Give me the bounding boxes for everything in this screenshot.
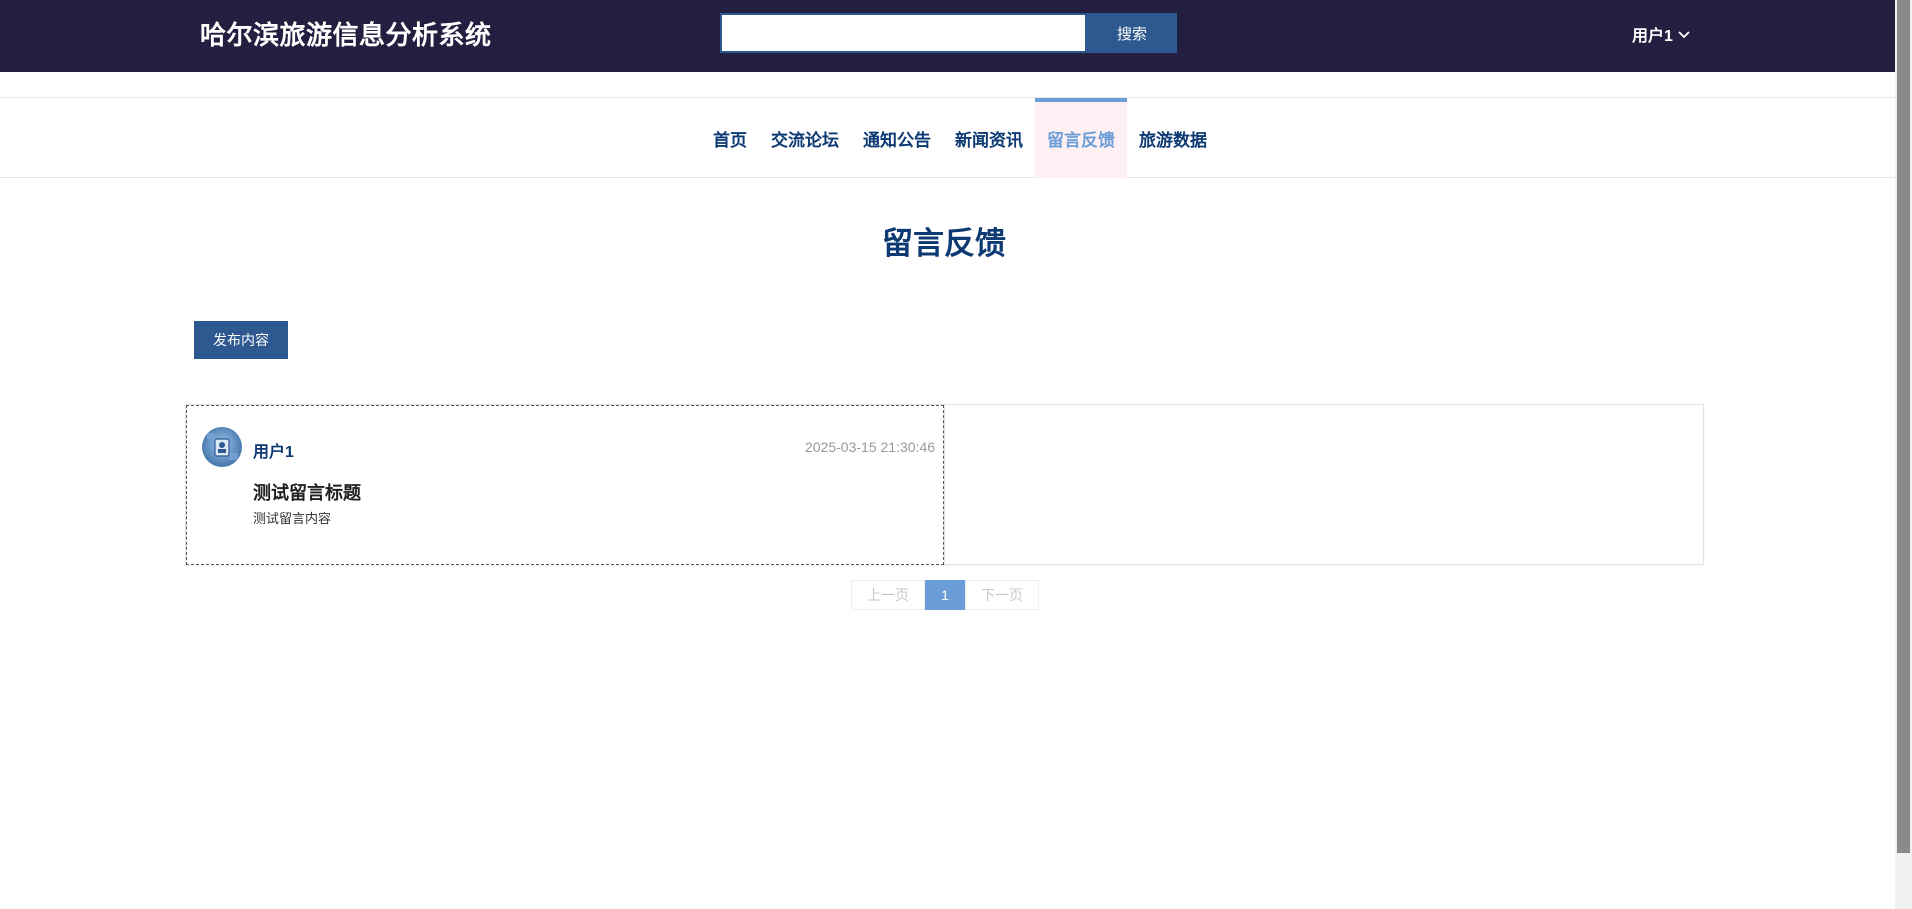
pagination: 上一页 1 下一页 (851, 580, 1039, 610)
nav-item-forum[interactable]: 交流论坛 (759, 98, 851, 178)
message-card[interactable]: 用户1 2025-03-15 21:30:46 测试留言标题 测试留言内容 (186, 405, 944, 565)
nav-item-home[interactable]: 首页 (701, 98, 759, 178)
app-title: 哈尔滨旅游信息分析系统 (200, 20, 492, 50)
page: 哈尔滨旅游信息分析系统 搜索 用户1 首页 交流论坛 通知公告 新闻资讯 留言反… (0, 0, 1912, 909)
message-time: 2025-03-15 21:30:46 (805, 439, 935, 455)
message-user: 用户1 (253, 444, 294, 461)
search-input[interactable] (720, 13, 1087, 53)
header-sub-strip (0, 72, 1905, 98)
user-menu-label: 用户1 (1632, 28, 1673, 45)
nav-item-feedback[interactable]: 留言反馈 (1035, 98, 1127, 178)
page-number-current[interactable]: 1 (925, 580, 965, 610)
message-list: 用户1 2025-03-15 21:30:46 测试留言标题 测试留言内容 (185, 404, 1704, 565)
prev-page-button[interactable]: 上一页 (851, 580, 925, 610)
page-title: 留言反馈 (882, 226, 1006, 261)
scrollbar-thumb[interactable] (1897, 0, 1910, 853)
user-menu[interactable]: 用户1 (1632, 22, 1691, 46)
chevron-down-icon (1678, 31, 1690, 39)
message-title: 测试留言标题 (253, 483, 361, 503)
nav-item-travel-data[interactable]: 旅游数据 (1127, 98, 1219, 178)
search-button[interactable]: 搜索 (1087, 13, 1177, 53)
nav-item-news[interactable]: 新闻资讯 (943, 98, 1035, 178)
top-header: 哈尔滨旅游信息分析系统 搜索 用户1 (0, 0, 1905, 72)
avatar (202, 427, 242, 467)
avatar-image (202, 427, 242, 467)
next-page-button[interactable]: 下一页 (965, 580, 1039, 610)
nav-item-notices[interactable]: 通知公告 (851, 98, 943, 178)
main-nav: 首页 交流论坛 通知公告 新闻资讯 留言反馈 旅游数据 (0, 98, 1905, 178)
card-divider (944, 405, 945, 565)
publish-button[interactable]: 发布内容 (194, 321, 288, 359)
message-content: 测试留言内容 (253, 511, 332, 526)
